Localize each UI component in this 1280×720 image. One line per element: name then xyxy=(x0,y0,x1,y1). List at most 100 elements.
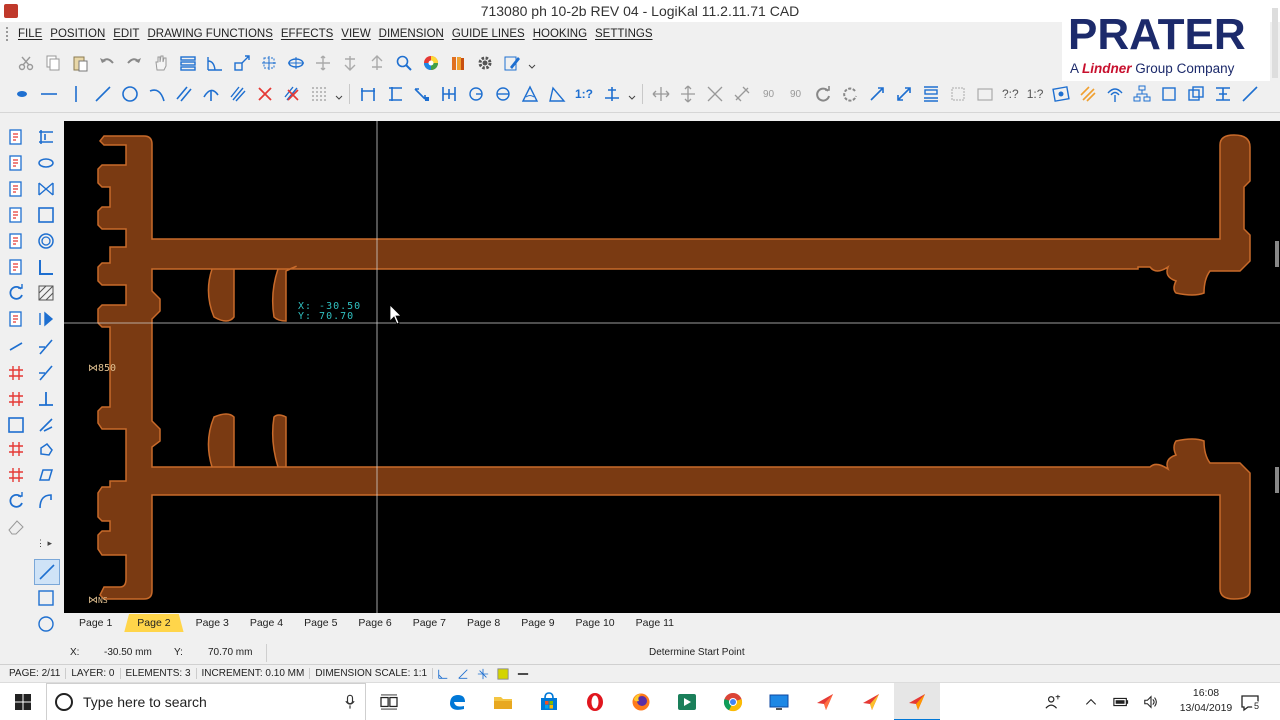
rotate-icon[interactable] xyxy=(812,83,834,105)
taskbar-file-explorer[interactable] xyxy=(480,683,526,720)
bowtie-icon[interactable] xyxy=(35,178,57,200)
rectangle-dotted-icon[interactable] xyxy=(947,83,969,105)
scale-diagonal-icon[interactable] xyxy=(704,83,726,105)
grid-dots-icon[interactable] xyxy=(308,83,330,105)
rotate-copy-icon[interactable] xyxy=(839,83,861,105)
circle-icon[interactable] xyxy=(119,83,141,105)
page-tab-6[interactable]: Page 6 xyxy=(349,614,400,632)
polygon-icon[interactable] xyxy=(35,464,57,486)
menu-drawing-functions[interactable]: DRAWING FUNCTIONS xyxy=(143,28,276,40)
page-tab-9[interactable]: Page 9 xyxy=(512,614,563,632)
zoom-window-icon[interactable] xyxy=(258,52,280,74)
dimension-horizontal-icon[interactable] xyxy=(357,83,379,105)
angle-leader-icon[interactable] xyxy=(546,83,568,105)
edit-properties-icon[interactable] xyxy=(501,52,523,74)
rectangle-icon[interactable] xyxy=(974,83,996,105)
books-icon[interactable] xyxy=(447,52,469,74)
snap-angle-icon[interactable] xyxy=(456,667,470,681)
settings-panel-icon[interactable] xyxy=(1050,83,1072,105)
page-tab-1[interactable]: Page 1 xyxy=(70,614,121,632)
scrollbar-right-top[interactable] xyxy=(1275,241,1279,267)
move-up-icon[interactable] xyxy=(366,52,388,74)
insert-icon[interactable] xyxy=(5,308,27,330)
page-tab-10[interactable]: Page 10 xyxy=(567,614,624,632)
trim-icon[interactable] xyxy=(1212,83,1234,105)
move-icon[interactable] xyxy=(312,52,334,74)
radius-icon[interactable] xyxy=(465,83,487,105)
scale-ratio-label[interactable]: 1:? xyxy=(575,87,593,101)
circle-tool-icon[interactable] xyxy=(35,613,57,635)
taskbar-logikal-2[interactable] xyxy=(848,683,894,720)
rotate-90-ccw-icon[interactable]: 90 xyxy=(785,83,807,105)
delete-hatch-icon[interactable] xyxy=(281,83,303,105)
ratio-one-label[interactable]: 1:? xyxy=(1027,87,1044,101)
menu-guide-lines[interactable]: GUIDE LINES xyxy=(448,28,529,40)
taskbar-firefox[interactable] xyxy=(618,683,664,720)
layers-icon[interactable] xyxy=(177,52,199,74)
taskbar-chrome[interactable] xyxy=(710,683,756,720)
square-icon[interactable] xyxy=(35,204,57,226)
menu-view[interactable]: VIEW xyxy=(337,28,374,40)
edit-text-icon[interactable] xyxy=(5,126,27,148)
menu-position[interactable]: POSITION xyxy=(46,28,109,40)
rectangle-tool-icon[interactable] xyxy=(35,587,57,609)
recycle-icon[interactable] xyxy=(5,490,27,512)
hatch-pattern-icon[interactable] xyxy=(35,282,57,304)
mirror-icon[interactable] xyxy=(731,83,753,105)
move-down-icon[interactable] xyxy=(339,52,361,74)
delete-element-icon[interactable] xyxy=(254,83,276,105)
chevron-down-icon[interactable] xyxy=(528,52,536,74)
edit-contour-icon[interactable] xyxy=(5,152,27,174)
undo-icon[interactable] xyxy=(96,52,118,74)
snap-grid-status-icon[interactable] xyxy=(476,667,490,681)
crop-icon[interactable] xyxy=(35,438,57,460)
scale-up-icon[interactable] xyxy=(893,83,915,105)
taskbar-remote-desktop[interactable] xyxy=(756,683,802,720)
dimension-chain-icon[interactable] xyxy=(438,83,460,105)
page-tab-4[interactable]: Page 4 xyxy=(241,614,292,632)
people-icon[interactable] xyxy=(1044,693,1062,711)
extend-line-icon[interactable] xyxy=(866,83,888,105)
app-icon[interactable] xyxy=(4,4,18,18)
gear-icon[interactable] xyxy=(474,52,496,74)
taskbar-logikal-1[interactable] xyxy=(802,683,848,720)
hierarchy-icon[interactable] xyxy=(1131,83,1153,105)
start-button[interactable] xyxy=(0,683,46,720)
slash-tool-icon[interactable] xyxy=(35,336,57,358)
menu-dimension[interactable]: DIMENSION xyxy=(375,28,448,40)
snap-grid-icon[interactable] xyxy=(231,52,253,74)
align-tool-icon[interactable] xyxy=(601,83,623,105)
show-hidden-icons-chevron[interactable] xyxy=(1082,693,1100,711)
rotate-90-icon[interactable]: 90 xyxy=(758,83,780,105)
snap-square-icon[interactable] xyxy=(5,414,27,436)
scrollbar-right-bottom[interactable] xyxy=(1275,467,1279,493)
fill-icon[interactable] xyxy=(5,230,27,252)
page-tab-5[interactable]: Page 5 xyxy=(295,614,346,632)
menu-file[interactable]: FILE xyxy=(14,28,46,40)
eraser-icon[interactable] xyxy=(5,516,27,538)
vertical-line-icon[interactable] xyxy=(65,83,87,105)
menu-hooking[interactable]: HOOKING xyxy=(529,28,591,40)
split-icon[interactable] xyxy=(5,256,27,278)
distribute-icon[interactable] xyxy=(920,83,942,105)
zoom-icon[interactable] xyxy=(393,52,415,74)
menu-effects[interactable]: EFFECTS xyxy=(277,28,337,40)
line-draw-tool-active[interactable] xyxy=(34,559,60,585)
ellipse-icon[interactable] xyxy=(35,152,57,174)
microphone-icon[interactable] xyxy=(345,694,355,710)
arc-icon[interactable] xyxy=(146,83,168,105)
color-swatch-icon[interactable] xyxy=(496,667,510,681)
offset-arc-icon[interactable] xyxy=(200,83,222,105)
taskbar-clock[interactable]: 16:08 13/04/2019 xyxy=(1176,686,1236,716)
taskbar-edge[interactable] xyxy=(434,683,480,720)
properties-icon[interactable] xyxy=(5,204,27,226)
dimension-vertical-tool-icon[interactable] xyxy=(35,126,57,148)
page-tab-2[interactable]: Page 2 xyxy=(124,614,184,632)
line-icon[interactable] xyxy=(92,83,114,105)
drawing-canvas[interactable]: X: -30.50 Y: 70.70 ⋈850 ⋈NS xyxy=(64,121,1280,613)
edit-line-icon[interactable] xyxy=(5,178,27,200)
pan-hand-icon[interactable] xyxy=(150,52,172,74)
dimension-vertical-icon[interactable] xyxy=(384,83,406,105)
taskbar-logikal-cad[interactable] xyxy=(894,683,940,720)
taskbar-opera[interactable] xyxy=(572,683,618,720)
